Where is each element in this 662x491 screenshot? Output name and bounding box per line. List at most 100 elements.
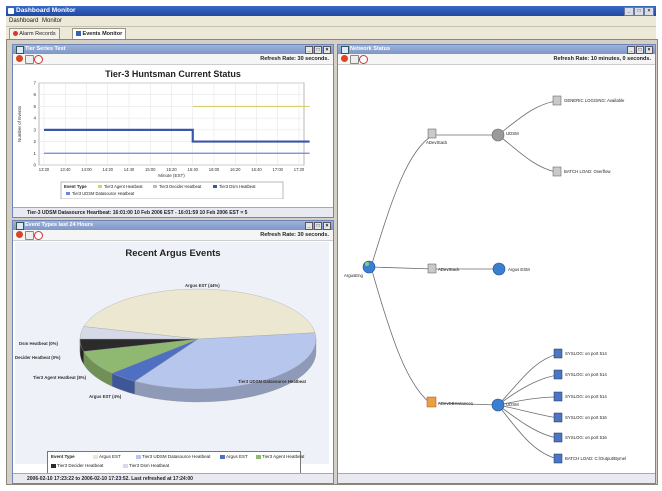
pie-slice-label: Argus EST (4%) [89,394,122,399]
node-label-root[interactable]: ArgusEng [344,273,363,278]
gray-node-icon [491,128,505,142]
line-legend-swatch [213,185,217,188]
status-heartbeat-text: Tier-3 UDSM Datasource Heartbeat: 16:01:… [27,210,248,216]
node-label-gray-hub[interactable]: UDSM [506,131,519,136]
x-tick-label: 16:20 [230,167,241,172]
pie-legend-entry-label: Argus EST [226,454,248,459]
node-label-hub3[interactable]: ADevDBInstance1 [438,401,473,406]
edge-leaf-5 [497,404,559,439]
pie-slice-label: Tier3 UDSM Datasource Heatbeat [238,379,307,384]
pie-legend-entry: Tier3 Decider Heatbeat [51,463,103,468]
close-button[interactable]: × [644,7,654,16]
y-tick-label: 4 [33,116,36,121]
node-label-leaf-6[interactable]: BATCH LOAD: C:\Output\Bymel [565,456,626,461]
minimize-button[interactable]: _ [624,7,634,16]
stop-icon[interactable] [16,55,23,62]
y-tick-label: 6 [33,92,36,97]
x-tick-label: 16:00 [209,167,220,172]
y-tick-label: 5 [33,104,36,109]
edge-root-hub3 [370,266,431,404]
pie-legend-entry-label: Tier3 UDSM Datasource Heatbeat [142,454,211,459]
edge-root-hub2 [370,266,434,270]
app-icon [8,8,14,14]
x-tick-label: 13:20 [39,167,50,172]
server-icon [552,166,562,177]
network-pane-statusbar [338,473,655,483]
node-label-leaf-3[interactable]: SYSLOG: on port 514 [565,394,607,399]
pie-legend-entry: Tier3 Dsm Heatbeat [123,463,169,468]
pie-legend-entry-label: Tier3 Decider Heatbeat [57,463,104,468]
server-icon [427,128,437,139]
status-pane: Tier Series Test _ □ × Refresh Rate: 30 se… [12,44,334,218]
node-label-leaf-2[interactable]: SYSLOG: on port 514 [565,372,607,377]
leaf-server-icon [553,432,563,443]
pie-legend-entry-label: Tier3 Agent Heatbeat [262,454,305,459]
menu-monitor[interactable]: Monitor [42,18,62,24]
pie-legend-swatch [136,454,141,459]
x-tick-label: 17:20 [294,167,305,172]
x-tick-label: 14:00 [81,167,92,172]
line-legend-swatch [153,185,157,188]
x-tick-label: 15:00 [145,167,156,172]
y-tick-label: 2 [33,139,36,144]
menu-dashboard[interactable]: Dashboard [9,18,38,24]
line-legend-entry: Tier3 UDSM Datasource Heatbeat [72,191,135,196]
window-title: Dashboard Monitor [16,7,76,14]
pie-legend-swatch [220,454,225,459]
pie-slice-label: Dsm Heatbeat (0%) [19,341,58,346]
pie-status-text: 2006-02-10 17:23:22 to 2006-02-10 17:23:… [27,476,193,482]
server-icon [427,263,437,274]
pie-slice-label: Argus EST (44%) [185,283,220,288]
menu-bar: Dashboard Monitor [6,16,656,27]
x-tick-label: 13:40 [60,167,71,172]
edge-leaf-6 [497,404,559,460]
node-label-leaf-4[interactable]: SYSLOG: on port 516 [565,415,607,420]
pie-legend: Event Type Argus EST Tier3 UDSM Datasourc… [47,451,304,474]
edge-leaf-2 [497,374,559,406]
warning-server-icon [426,396,437,408]
x-tick-label: 17:00 [273,167,284,172]
server-icon [552,95,562,106]
line-legend-title: Event Type [64,184,87,189]
node-label-hub2[interactable]: ADevStack [438,267,459,272]
node-label-globe[interactable]: Argus ESM [508,267,530,272]
leaf-server-icon [553,369,563,380]
globe-icon [492,262,506,276]
node-label-top-leaf1[interactable]: GENERIC LOGGING: Available [564,98,624,103]
node-label-hub3-right[interactable]: UDSM [506,402,519,407]
pie-pane: Event Types last 24 Hours _ □ × Refresh Ra… [12,220,334,484]
tab-events-monitor[interactable]: Events Monitor [72,28,127,39]
pie-legend-entry-label: Argus EST [99,454,121,459]
status-pane-statusbar: Tier-3 UDSM Datasource Heartbeat: 16:01:… [13,207,333,217]
pane-minimize-button[interactable]: _ [305,46,313,54]
y-tick-label: 0 [33,163,36,168]
maximize-button[interactable]: □ [634,7,644,16]
status-line-chart: 0 1 2 3 4 5 6 7 13:20 13:40 14:00 14:20 14:40 15:00 15… [17,81,310,199]
leaf-icons [553,348,563,464]
status-chart-title: Tier-3 Huntsman Current Status [105,69,241,79]
network-tree [362,95,563,464]
node-label-leaf-5[interactable]: SYSLOG: on port 516 [565,435,607,440]
pause-icon[interactable] [25,55,34,64]
pie-slice-label: Tier3 Agent Heatbeat (8%) [33,375,87,380]
pie-slice-label: Decider Heatbeat (0%) [15,355,61,360]
y-tick-label: 1 [33,151,36,156]
network-pane: Network Status _ □ × Refresh Rate: 10 minu… [337,44,656,484]
pane-close-button[interactable]: × [323,46,331,54]
leaf-server-icon [553,453,563,464]
node-label-leaf-1[interactable]: SYSLOG: on port 514 [565,351,607,356]
node-label-hub1[interactable]: ADevStack [426,140,447,145]
x-tick-label: 15:40 [188,167,199,172]
tab-alarm-records[interactable]: Alarm Records [9,28,60,39]
tab-alarm-records-label: Alarm Records [19,31,56,37]
monitor-icon [76,31,81,37]
x-tick-label: 16:40 [251,167,262,172]
pie-legend-title: Event Type [51,454,75,459]
pane-maximize-button[interactable]: □ [314,46,322,54]
status-pane-titlebar: Tier Series Test _ □ × [13,45,333,54]
node-label-top-leaf2[interactable]: BATCH LOAD: Overflow [564,169,610,174]
globe-icon [362,260,376,274]
pie-legend-entry: Tier3 Agent Heatbeat [256,454,304,459]
refresh-icon[interactable] [34,55,43,64]
pie-legend-swatch [256,454,261,459]
